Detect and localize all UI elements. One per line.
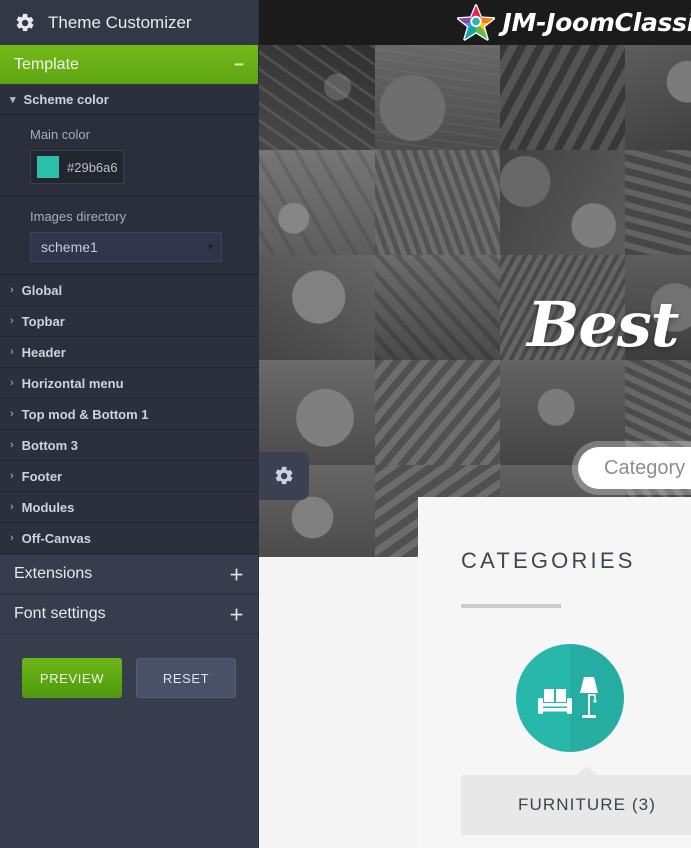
- customizer-item-list: › Global › Topbar › Header › Horizontal …: [0, 275, 258, 554]
- field-images-directory: Images directory scheme1 ▾: [0, 197, 258, 275]
- mosaic-tile: [250, 360, 375, 465]
- chevron-right-icon: ›: [10, 439, 14, 451]
- heading-divider: [461, 604, 561, 608]
- sidebar-item-bottom-3[interactable]: › Bottom 3: [0, 430, 258, 461]
- sidebar-item-horizontal-menu[interactable]: › Horizontal menu: [0, 368, 258, 399]
- subsection-scheme-color-label: Scheme color: [23, 92, 109, 107]
- section-extensions-label: Extensions: [14, 565, 93, 582]
- sidebar-item-label: Modules: [21, 499, 75, 515]
- chevron-down-icon: ▾: [207, 241, 213, 253]
- section-font-settings-label: Font settings: [14, 605, 106, 622]
- categories-heading: CATEGORIES: [461, 548, 636, 573]
- mosaic-tile: [500, 45, 625, 150]
- chevron-right-icon: ›: [10, 408, 14, 420]
- sidebar-item-modules[interactable]: › Modules: [0, 492, 258, 523]
- mosaic-tile: [250, 255, 375, 360]
- screen: JM-JoomClassi Best Category CATEGORIES F…: [0, 0, 691, 848]
- sidebar-item-top-mod-bottom-1[interactable]: › Top mod & Bottom 1: [0, 399, 258, 430]
- sidebar-item-global[interactable]: › Global: [0, 275, 258, 306]
- images-directory-label: Images directory: [30, 209, 127, 224]
- gear-icon: [16, 13, 34, 31]
- field-main-color: Main color #29b6a6: [0, 115, 258, 197]
- chevron-right-icon: ›: [10, 470, 14, 482]
- collapse-icon: −: [234, 55, 244, 74]
- site-brand-name: JM-JoomClassi: [502, 8, 691, 37]
- sofa-lamp-icon: [538, 677, 598, 718]
- categories-section: CATEGORIES FURNITURE (3): [418, 497, 691, 848]
- category-icon-circle[interactable]: [516, 644, 624, 752]
- mosaic-tile: [375, 45, 500, 150]
- mosaic-tile: [375, 360, 500, 465]
- customizer-actions: PREVIEW RESET: [0, 634, 258, 698]
- main-color-label: Main color: [30, 127, 90, 142]
- chevron-right-icon: ›: [10, 532, 14, 544]
- reset-button-label: RESET: [162, 670, 210, 686]
- chevron-right-icon: ›: [10, 284, 14, 296]
- chevron-right-icon: ›: [10, 377, 14, 389]
- main-color-value: #29b6a6: [67, 159, 118, 175]
- preview-button[interactable]: PREVIEW: [22, 658, 122, 698]
- main-color-input[interactable]: #29b6a6: [30, 150, 124, 184]
- mosaic-tile: [250, 150, 375, 255]
- customizer-toggle-button[interactable]: [259, 452, 309, 500]
- preview-button-label: PREVIEW: [39, 670, 105, 686]
- chevron-right-icon: ›: [10, 501, 14, 513]
- expand-icon: ＋: [228, 606, 244, 624]
- category-search-input[interactable]: Category: [578, 447, 691, 489]
- category-label-furniture[interactable]: FURNITURE (3): [461, 766, 691, 835]
- color-swatch[interactable]: [37, 156, 59, 178]
- category-label-text: FURNITURE (3): [517, 795, 656, 814]
- sidebar-item-footer[interactable]: › Footer: [0, 461, 258, 492]
- theme-customizer-sidebar: Theme Customizer Template − ▾ Scheme col…: [0, 0, 259, 848]
- sidebar-item-label: Topbar: [21, 313, 65, 329]
- mosaic-tile: [375, 150, 500, 255]
- sidebar-item-off-canvas[interactable]: › Off-Canvas: [0, 523, 258, 554]
- images-directory-value: scheme1: [41, 239, 98, 255]
- sidebar-item-label: Footer: [21, 468, 63, 484]
- category-search-placeholder: Category: [604, 456, 686, 479]
- chevron-right-icon: ›: [10, 315, 14, 327]
- reset-button[interactable]: RESET: [136, 658, 236, 698]
- rainbow-star-icon: [456, 3, 495, 41]
- customizer-title: Theme Customizer: [48, 12, 192, 32]
- subsection-scheme-color[interactable]: ▾ Scheme color: [0, 85, 258, 115]
- chevron-right-icon: ›: [10, 346, 14, 358]
- sidebar-item-label: Global: [21, 282, 63, 298]
- gear-icon: [275, 466, 293, 485]
- section-font-settings[interactable]: Font settings ＋: [0, 594, 258, 634]
- chevron-down-icon: ▾: [10, 94, 16, 106]
- site-brand[interactable]: JM-JoomClassi: [456, 3, 691, 42]
- mosaic-tile: [625, 45, 691, 150]
- images-directory-select[interactable]: scheme1 ▾: [30, 232, 222, 262]
- customizer-header: Theme Customizer: [0, 0, 258, 45]
- mosaic-tile: [375, 255, 500, 360]
- expand-icon: ＋: [228, 566, 244, 584]
- sidebar-item-topbar[interactable]: › Topbar: [0, 306, 258, 337]
- section-template[interactable]: Template −: [0, 45, 258, 85]
- hero-title: Best: [527, 288, 679, 361]
- sidebar-item-label: Bottom 3: [21, 437, 79, 453]
- mosaic-tile: [500, 150, 625, 255]
- section-extensions[interactable]: Extensions ＋: [0, 554, 258, 594]
- section-template-label: Template: [14, 55, 79, 73]
- sidebar-item-label: Horizontal menu: [21, 375, 124, 391]
- sidebar-item-label: Top mod & Bottom 1: [21, 406, 149, 422]
- mosaic-tile: [625, 150, 691, 255]
- label-notch: [576, 766, 598, 776]
- sidebar-item-header[interactable]: › Header: [0, 337, 258, 368]
- sidebar-item-label: Header: [21, 344, 66, 360]
- sidebar-item-label: Off-Canvas: [21, 530, 92, 546]
- mosaic-tile: [250, 45, 375, 150]
